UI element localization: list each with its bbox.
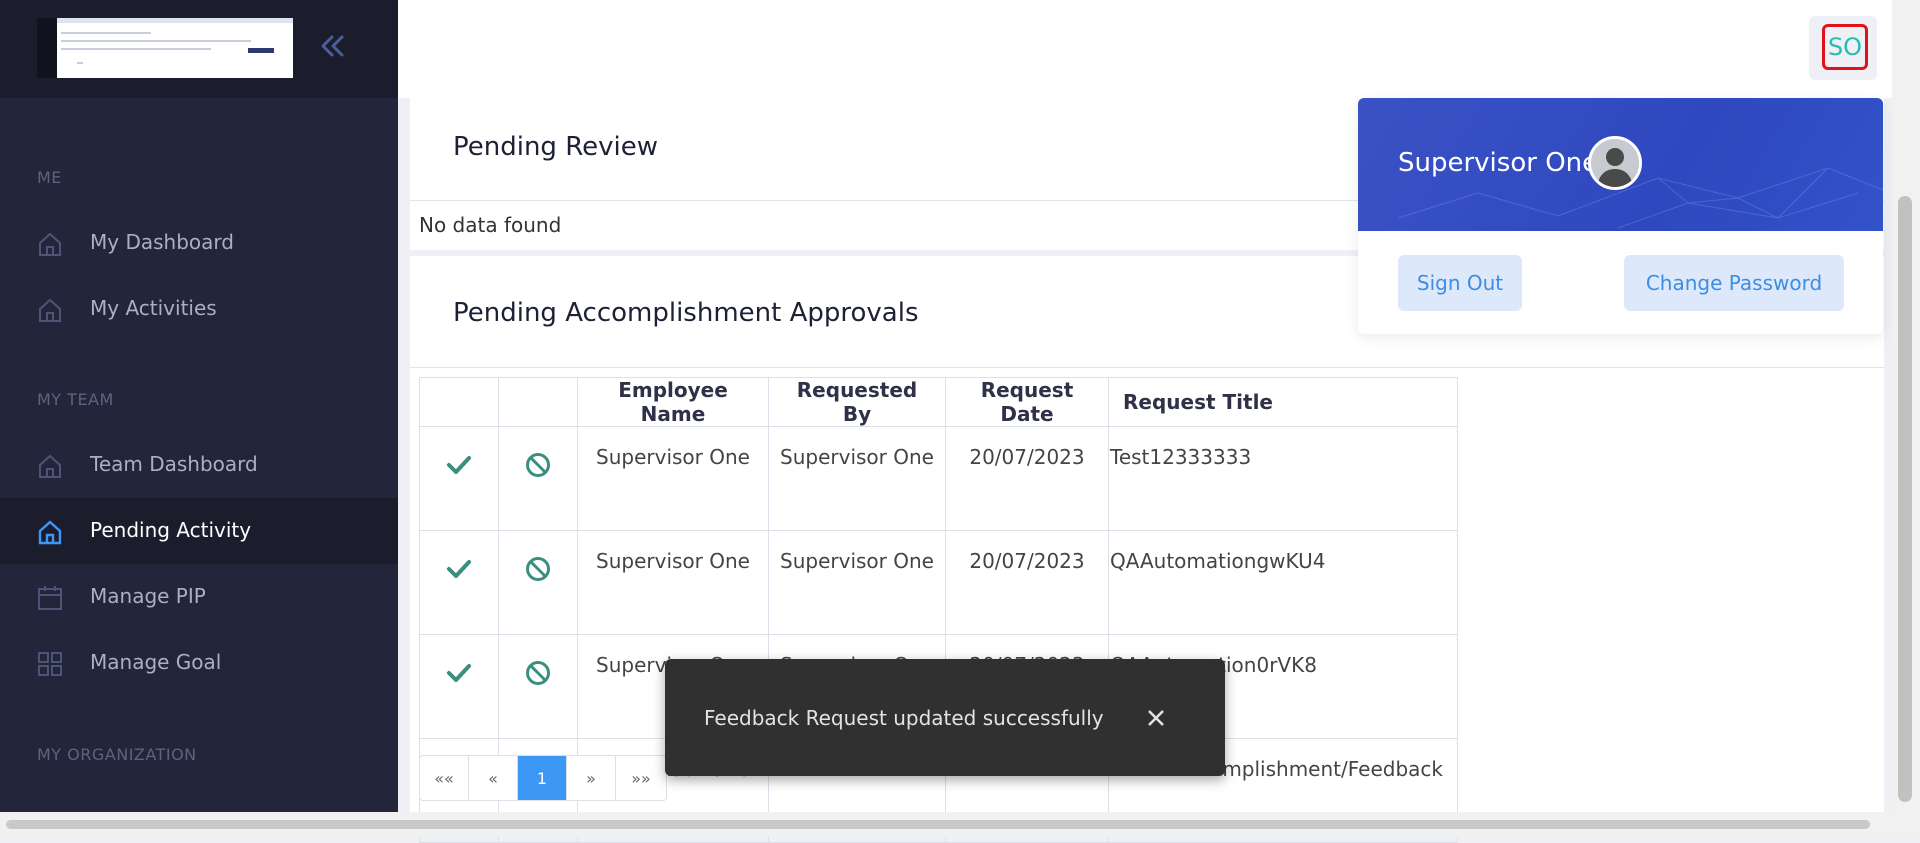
reject-ban-icon[interactable] bbox=[524, 555, 552, 583]
column-header-employee-name[interactable]: Employee Name bbox=[577, 377, 769, 427]
sidebar-item-label: Pending Activity bbox=[90, 518, 252, 542]
approve-check-icon[interactable] bbox=[445, 555, 473, 583]
column-header-requested-by[interactable]: Requested By bbox=[768, 377, 946, 427]
user-avatar-icon bbox=[1588, 136, 1642, 190]
cell-requested-by: Supervisor One bbox=[768, 426, 946, 531]
home-icon bbox=[38, 520, 62, 545]
sidebar-header bbox=[0, 0, 398, 98]
sidebar-item-team-dashboard[interactable]: Team Dashboard bbox=[0, 432, 398, 498]
pager-prev[interactable]: « bbox=[469, 756, 518, 800]
pending-review-title: Pending Review bbox=[453, 132, 658, 162]
pagination: «« « 1 » »» bbox=[419, 755, 667, 801]
cell-request-date: 20/07/2023 bbox=[945, 426, 1109, 531]
column-header-approve bbox=[419, 377, 499, 427]
sidebar-item-my-activities[interactable]: My Activities bbox=[0, 276, 398, 342]
table-header-row: Employee Name Requested By Request Date … bbox=[419, 377, 1458, 427]
section-label-my-organization: MY ORGANIZATION bbox=[37, 745, 197, 764]
change-password-button[interactable]: Change Password bbox=[1624, 255, 1844, 311]
cell-request-title: QAAutomationgwKU4 bbox=[1108, 530, 1458, 635]
table-row: Supervisor One Supervisor One 20/07/2023… bbox=[419, 426, 1458, 531]
sidebar-item-label: Manage Goal bbox=[90, 650, 222, 674]
grid-icon bbox=[38, 652, 62, 676]
pager-next[interactable]: » bbox=[567, 756, 616, 800]
table-row: Supervisor One Supervisor One 20/07/2023… bbox=[419, 530, 1458, 635]
home-icon bbox=[39, 298, 61, 322]
cell-request-date: 20/07/2023 bbox=[945, 530, 1109, 635]
pager-last[interactable]: »» bbox=[616, 756, 666, 800]
sidebar-item-manage-goal[interactable]: Manage Goal bbox=[0, 630, 398, 696]
home-icon bbox=[39, 454, 61, 478]
horizontal-scrollbar-thumb[interactable] bbox=[6, 820, 1870, 829]
collapse-sidebar-icon[interactable] bbox=[316, 30, 348, 62]
calendar-icon bbox=[38, 586, 62, 610]
section-label-me: ME bbox=[37, 168, 62, 187]
column-header-reject bbox=[498, 377, 578, 427]
section-label-my-team: MY TEAM bbox=[37, 390, 114, 409]
sidebar-item-pending-activity[interactable]: Pending Activity bbox=[0, 498, 398, 564]
toast-notification: Feedback Request updated successfully bbox=[665, 659, 1225, 776]
cell-employee-name: Supervisor One bbox=[577, 530, 769, 635]
pager-first[interactable]: «« bbox=[420, 756, 469, 800]
approve-check-icon[interactable] bbox=[445, 451, 473, 479]
empty-state-text: No data found bbox=[419, 213, 562, 237]
sidebar-item-label: My Dashboard bbox=[90, 230, 234, 254]
vertical-scrollbar-thumb[interactable] bbox=[1898, 196, 1912, 802]
divider bbox=[410, 367, 1884, 368]
profile-name: Supervisor One bbox=[1398, 148, 1599, 178]
home-icon bbox=[39, 232, 61, 256]
approvals-title: Pending Accomplishment Approvals bbox=[453, 298, 919, 328]
sidebar-item-label: Manage PIP bbox=[90, 584, 206, 608]
logo-image bbox=[37, 18, 293, 78]
pager-current-page[interactable]: 1 bbox=[518, 756, 567, 800]
reject-ban-icon[interactable] bbox=[524, 659, 552, 687]
sidebar-item-label: Team Dashboard bbox=[90, 452, 258, 476]
user-initials-avatar[interactable]: SO bbox=[1822, 24, 1868, 70]
reject-ban-icon[interactable] bbox=[524, 451, 552, 479]
top-bar bbox=[398, 0, 1900, 98]
sidebar-item-my-dashboard[interactable]: My Dashboard bbox=[0, 210, 398, 276]
profile-header: Supervisor One bbox=[1358, 98, 1883, 231]
close-icon[interactable] bbox=[1143, 705, 1169, 731]
sidebar-item-manage-pip[interactable]: Manage PIP bbox=[0, 564, 398, 630]
sign-out-button[interactable]: Sign Out bbox=[1398, 255, 1522, 311]
column-header-request-date[interactable]: Request Date bbox=[945, 377, 1109, 427]
toast-message: Feedback Request updated successfully bbox=[704, 706, 1104, 730]
sidebar-item-label: My Activities bbox=[90, 296, 217, 320]
profile-dropdown: Supervisor One Sign Out Change Password bbox=[1358, 98, 1883, 334]
column-header-request-title[interactable]: Request Title bbox=[1108, 377, 1458, 427]
cell-employee-name: Supervisor One bbox=[577, 426, 769, 531]
approve-check-icon[interactable] bbox=[445, 659, 473, 687]
cell-request-title: Test12333333 bbox=[1108, 426, 1458, 531]
cell-requested-by: Supervisor One bbox=[768, 530, 946, 635]
